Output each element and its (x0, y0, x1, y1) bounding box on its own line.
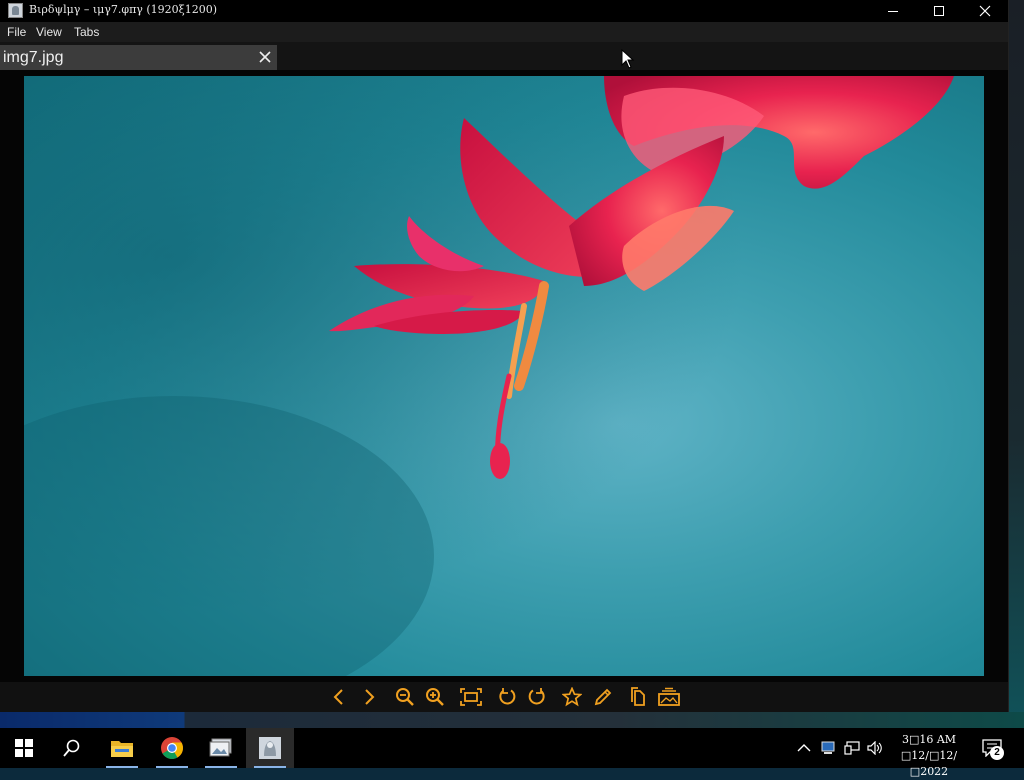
taskbar-clock[interactable]: 3□16 AM □12/□12/□2022 (884, 732, 974, 780)
zoom-out-button[interactable] (393, 685, 417, 709)
fit-window-icon (460, 688, 482, 706)
removable-device-icon (821, 741, 835, 754)
copy-button[interactable] (626, 685, 650, 709)
taskbar: 3□16 AM □12/□12/□2022 2 (0, 728, 1024, 778)
photo (24, 76, 984, 676)
menu-bar: File View Tabs (0, 22, 1008, 42)
menu-tabs[interactable]: Tabs (74, 25, 99, 39)
image-viewer-window: Βιρδψlμγ – ιμγ7.φπγ (1920ξ1200) File Vie… (0, 0, 1009, 712)
gallery-icon (658, 687, 680, 706)
zoom-in-icon (426, 688, 444, 706)
pink-flower-photo (24, 76, 984, 676)
photo-viewer-button[interactable] (197, 728, 245, 768)
rotate-right-icon (528, 688, 545, 705)
fit-window-button[interactable] (459, 685, 483, 709)
image-viewer-app-icon (259, 737, 281, 759)
close-tab-button[interactable] (256, 48, 274, 66)
network-icon (844, 741, 860, 755)
chevron-right-icon (365, 689, 375, 705)
network-tray-button[interactable] (842, 738, 862, 758)
maximize-button[interactable] (916, 0, 962, 22)
menu-view[interactable]: View (36, 25, 62, 39)
previous-image-button[interactable] (327, 685, 351, 709)
zoom-in-button[interactable] (423, 685, 447, 709)
tab-strip: img7.jpg (0, 42, 1008, 70)
window-title: Βιρδψlμγ – ιμγ7.φπγ (1920ξ1200) (29, 3, 218, 16)
edit-pencil-icon (594, 688, 612, 706)
maximize-icon (934, 6, 944, 16)
clock-time: 3□16 AM (901, 733, 957, 746)
chevron-up-icon (797, 744, 811, 752)
rotate-left-button[interactable] (495, 685, 519, 709)
rotate-left-icon (499, 688, 516, 705)
file-explorer-button[interactable] (98, 728, 146, 768)
next-image-button[interactable] (357, 685, 381, 709)
minimize-icon (888, 11, 898, 12)
chrome-button[interactable] (148, 728, 196, 768)
image-viewer-taskbar-button[interactable] (246, 728, 294, 768)
photo-viewer-icon (209, 738, 232, 757)
show-hidden-icons-button[interactable] (794, 738, 814, 758)
rotate-right-button[interactable] (525, 685, 549, 709)
menu-file[interactable]: File (7, 25, 26, 39)
search-button[interactable] (48, 728, 96, 768)
copy-icon (631, 687, 645, 706)
chevron-left-icon (333, 689, 343, 705)
app-icon (8, 3, 23, 18)
close-icon (979, 5, 991, 17)
close-window-button[interactable] (962, 0, 1008, 22)
close-icon (259, 51, 271, 63)
star-icon (562, 687, 582, 707)
tab-img7[interactable]: img7.jpg (0, 45, 277, 70)
speaker-icon (867, 741, 882, 755)
favorite-button[interactable] (560, 685, 584, 709)
gallery-button[interactable] (657, 685, 681, 709)
start-icon (15, 739, 33, 757)
device-tray-button[interactable] (818, 738, 838, 758)
file-explorer-icon (111, 741, 133, 757)
search-icon (63, 739, 80, 757)
clock-date: □12/□12/□2022 (900, 749, 958, 778)
zoom-out-icon (396, 688, 414, 706)
title-bar[interactable]: Βιρδψlμγ – ιμγ7.φπγ (1920ξ1200) (0, 0, 1008, 22)
chrome-icon (161, 737, 183, 759)
tab-label: img7.jpg (3, 49, 64, 66)
desktop-wallpaper-strip (0, 712, 1024, 728)
start-button[interactable] (0, 728, 48, 768)
viewer-toolbar (0, 682, 1008, 712)
image-canvas[interactable] (0, 70, 1008, 682)
mouse-cursor (621, 48, 635, 74)
minimize-button[interactable] (870, 0, 916, 22)
volume-tray-button[interactable] (865, 738, 885, 758)
edit-button[interactable] (591, 685, 615, 709)
action-center-button[interactable]: 2 (978, 734, 1008, 762)
notification-badge: 2 (990, 746, 1004, 760)
